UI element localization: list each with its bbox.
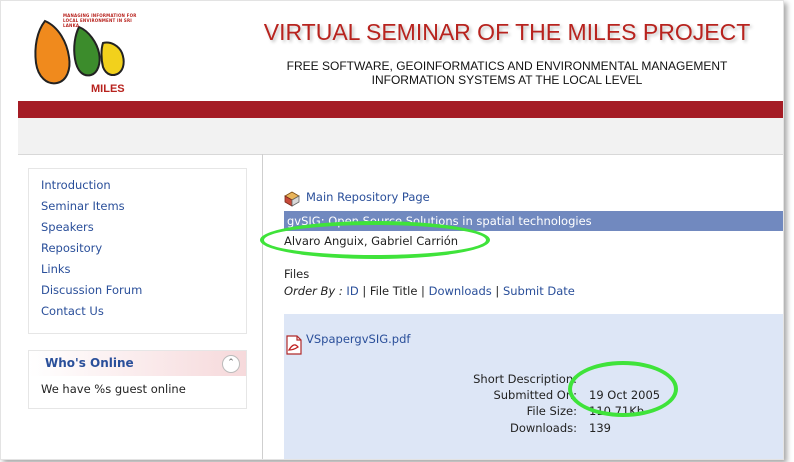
collapse-icon[interactable]: ⌃ <box>222 355 240 373</box>
menu-item-speakers[interactable]: Speakers <box>41 217 246 238</box>
menu-item-discussion-forum[interactable]: Discussion Forum <box>41 280 246 301</box>
repository-icon <box>284 191 300 207</box>
order-by-downloads[interactable]: Downloads <box>429 284 492 298</box>
order-by-submit-date[interactable]: Submit Date <box>503 284 575 298</box>
whos-online-header: Who's Online ⌃ <box>29 351 246 376</box>
authors-highlight-ring <box>260 221 490 259</box>
subtitle-line-1: FREE SOFTWARE, GEOINFORMATICS AND ENVIRO… <box>286 59 728 73</box>
site-header: MANAGING INFORMATION FOR LOCAL ENVIRONME… <box>1 1 783 101</box>
menu-item-introduction[interactable]: Introduction <box>41 175 246 196</box>
files-heading: Files <box>284 267 310 281</box>
column-divider <box>262 154 263 459</box>
downloads-value: 139 <box>589 421 611 435</box>
order-by-id[interactable]: ID <box>346 284 358 298</box>
site-subtitle: FREE SOFTWARE, GEOINFORMATICS AND ENVIRO… <box>233 59 781 87</box>
main-menu: Introduction Seminar Items Speakers Repo… <box>28 168 247 334</box>
whos-online-text: We have %s guest online <box>41 382 186 396</box>
menu-item-seminar-items[interactable]: Seminar Items <box>41 196 246 217</box>
file-size-label: File Size: <box>526 404 577 418</box>
file-download-link[interactable]: VSpapergvSIG.pdf <box>306 332 410 346</box>
date-highlight-ring <box>568 361 678 417</box>
menu-item-links[interactable]: Links <box>41 259 246 280</box>
order-by-label: Order By : <box>284 284 343 298</box>
short-description-label: Short Description: <box>473 372 577 386</box>
logo-name: MILES <box>91 83 125 95</box>
order-by-file-title[interactable]: File Title <box>370 284 418 298</box>
main-repository-label[interactable]: Main Repository Page <box>306 190 430 204</box>
whos-online-title: Who's Online <box>45 356 134 370</box>
menu-list: Introduction Seminar Items Speakers Repo… <box>29 169 246 322</box>
menu-item-repository[interactable]: Repository <box>41 238 246 259</box>
header-grey-bar <box>18 118 783 155</box>
order-by-bar: Order By : ID | File Title | Downloads |… <box>284 284 575 298</box>
submitted-on-label: Submitted On: <box>493 388 577 402</box>
subtitle-line-2: INFORMATION SYSTEMS AT THE LOCAL LEVEL <box>371 73 643 87</box>
logo-tagline: MANAGING INFORMATION FOR LOCAL ENVIRONME… <box>63 13 137 28</box>
header-red-bar <box>18 101 783 118</box>
menu-item-contact-us[interactable]: Contact Us <box>41 301 246 322</box>
downloads-label: Downloads: <box>509 421 577 435</box>
pdf-icon[interactable] <box>285 335 303 355</box>
whos-online-module: Who's Online ⌃ We have %s guest online <box>28 350 247 409</box>
page: MANAGING INFORMATION FOR LOCAL ENVIRONME… <box>0 0 784 460</box>
site-title: VIRTUAL SEMINAR OF THE MILES PROJECT <box>263 19 751 45</box>
